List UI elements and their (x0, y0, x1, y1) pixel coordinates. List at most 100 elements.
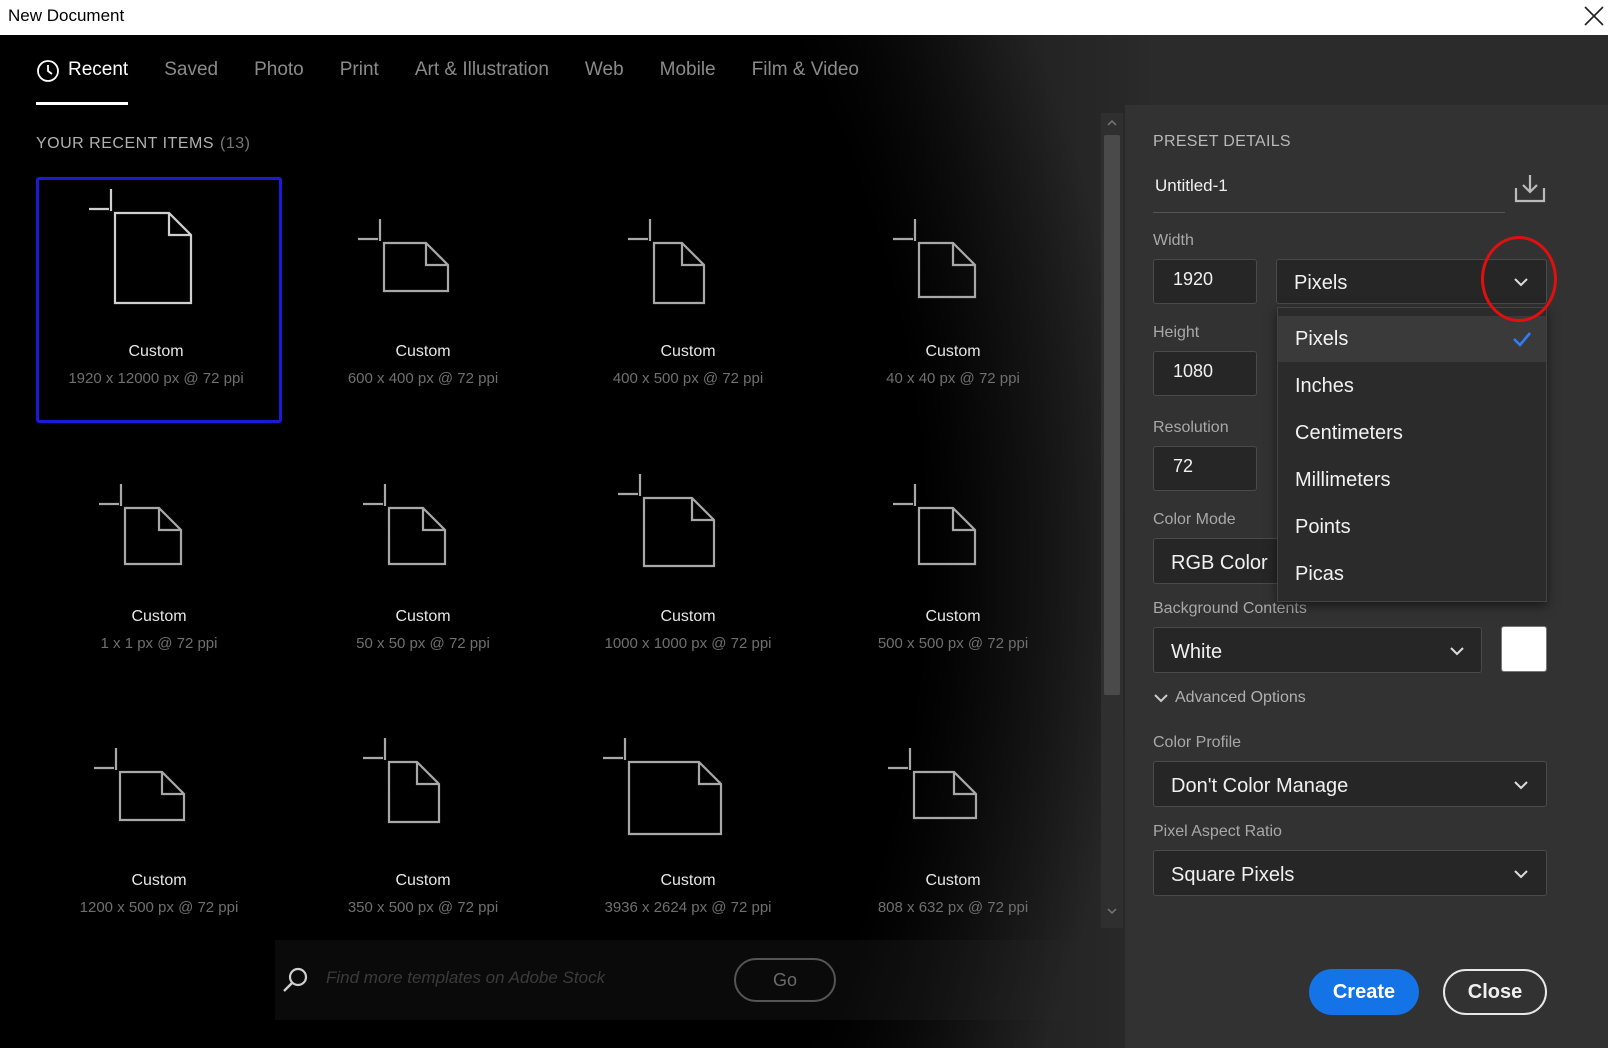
height-value: 1080 (1173, 361, 1214, 381)
document-name-field[interactable]: Untitled-1 (1153, 168, 1505, 213)
menu-item-label: Pixels (1295, 328, 1349, 350)
menu-item-centimeters[interactable]: Centimeters (1278, 410, 1546, 456)
document-name-value: Untitled-1 (1155, 176, 1228, 195)
color-mode-label: Color Mode (1153, 511, 1236, 528)
recent-item[interactable]: Custom 50 x 50 px @ 72 ppi (300, 442, 546, 688)
document-icon (358, 219, 450, 293)
recent-item-name: Custom (395, 872, 451, 889)
document-icon (94, 748, 186, 822)
recent-item[interactable]: Custom 1 x 1 px @ 72 ppi (36, 442, 282, 688)
tab-recent[interactable]: Recent (36, 57, 129, 105)
close-button[interactable]: Close (1443, 969, 1547, 1015)
recent-item-dimensions: 40 x 40 px @ 72 ppi (886, 370, 1020, 387)
recent-item-name: Custom (128, 343, 184, 360)
recent-item-name: Custom (395, 608, 451, 625)
stock-search-input[interactable] (326, 963, 716, 993)
recent-item-name: Custom (660, 872, 716, 889)
recent-item[interactable]: Custom 40 x 40 px @ 72 ppi (830, 177, 1076, 423)
recent-item[interactable]: Custom 3936 x 2624 px @ 72 ppi (565, 706, 811, 952)
chevron-down-icon (1514, 870, 1528, 879)
tab-photo[interactable]: Photo (254, 57, 304, 105)
scrollbar-thumb[interactable] (1104, 135, 1120, 695)
tab-label: Film & Video (751, 59, 859, 80)
chevron-down-icon (1450, 647, 1464, 656)
document-icon (893, 484, 977, 566)
width-value: 1920 (1173, 269, 1214, 289)
document-icon (628, 219, 706, 305)
tab-saved[interactable]: Saved (164, 57, 218, 105)
tab-web[interactable]: Web (585, 57, 624, 105)
tab-film-video[interactable]: Film & Video (752, 57, 859, 105)
chevron-down-icon (1154, 694, 1168, 703)
advanced-options-toggle[interactable]: Advanced Options (1153, 689, 1306, 707)
go-button[interactable]: Go (734, 958, 836, 1002)
menu-item-picas[interactable]: Picas (1278, 551, 1546, 597)
pixel-aspect-ratio-value: Square Pixels (1171, 864, 1295, 886)
recent-item-dimensions: 1920 x 12000 px @ 72 ppi (68, 370, 244, 387)
unit-dropdown-menu: Pixels Inches Centimeters Millimeters Po… (1277, 307, 1547, 602)
advanced-options-label: Advanced Options (1175, 689, 1306, 706)
menu-item-label: Millimeters (1295, 469, 1391, 491)
pixel-aspect-ratio-label: Pixel Aspect Ratio (1153, 823, 1282, 840)
background-contents-select[interactable]: White (1153, 627, 1482, 673)
recent-item[interactable]: Custom 1920 x 12000 px @ 72 ppi (36, 177, 282, 423)
window-title: New Document (8, 6, 125, 25)
recent-item[interactable]: Custom 808 x 632 px @ 72 ppi (830, 706, 1076, 952)
resolution-label: Resolution (1153, 419, 1229, 436)
recent-item-dimensions: 500 x 500 px @ 72 ppi (877, 635, 1029, 652)
recent-item-dimensions: 50 x 50 px @ 72 ppi (356, 635, 490, 652)
background-contents-label: Background Contents (1153, 600, 1307, 617)
close-window-icon[interactable] (1580, 2, 1608, 30)
height-input[interactable]: 1080 (1153, 351, 1257, 396)
preset-details-heading: PRESET DETAILS (1153, 133, 1291, 150)
document-icon (99, 484, 183, 566)
recent-item-dimensions: 1 x 1 px @ 72 ppi (100, 635, 218, 652)
document-icon (888, 748, 978, 820)
recent-item-dimensions: 350 x 500 px @ 72 ppi (347, 899, 499, 916)
recent-items-heading: YOUR RECENT ITEMS (13) (36, 135, 250, 153)
annotation-circle (1481, 236, 1557, 322)
menu-item-label: Points (1295, 516, 1351, 538)
color-profile-select[interactable]: Don't Color Manage (1153, 761, 1547, 807)
color-profile-label: Color Profile (1153, 734, 1242, 751)
recent-item[interactable]: Custom 1000 x 1000 px @ 72 ppi (565, 442, 811, 688)
recent-item-dimensions: 400 x 500 px @ 72 ppi (612, 370, 764, 387)
menu-item-inches[interactable]: Inches (1278, 363, 1546, 409)
tab-mobile[interactable]: Mobile (660, 57, 716, 105)
recent-item-name: Custom (925, 608, 981, 625)
create-button[interactable]: Create (1309, 969, 1419, 1015)
category-tabs: Recent Saved Photo Print Art & Illustrat… (36, 57, 895, 107)
width-input[interactable]: 1920 (1153, 259, 1257, 304)
document-icon (603, 738, 723, 836)
search-icon (283, 967, 308, 992)
recent-item-dimensions: 3936 x 2624 px @ 72 ppi (604, 899, 772, 916)
pixel-aspect-ratio-select[interactable]: Square Pixels (1153, 850, 1547, 896)
save-preset-icon[interactable] (1513, 172, 1547, 204)
height-label: Height (1153, 324, 1200, 341)
tab-label: Art & Illustration (414, 59, 549, 80)
recent-count: (13) (220, 135, 251, 152)
tab-label: Web (584, 59, 624, 80)
recent-item-dimensions: 1000 x 1000 px @ 72 ppi (604, 635, 772, 652)
recent-item[interactable]: Custom 500 x 500 px @ 72 ppi (830, 442, 1076, 688)
tab-print[interactable]: Print (340, 57, 379, 105)
recent-item[interactable]: Custom 600 x 400 px @ 72 ppi (300, 177, 546, 423)
width-label: Width (1153, 232, 1194, 249)
menu-item-millimeters[interactable]: Millimeters (1278, 457, 1546, 503)
scroll-up-icon[interactable] (1106, 118, 1118, 128)
resolution-input[interactable]: 72 (1153, 446, 1257, 491)
menu-item-pixels[interactable]: Pixels (1278, 316, 1546, 362)
menu-item-points[interactable]: Points (1278, 504, 1546, 550)
menu-item-label: Inches (1295, 375, 1354, 397)
recent-item[interactable]: Custom 350 x 500 px @ 72 ppi (300, 706, 546, 952)
clock-icon (37, 60, 59, 82)
recent-item-name: Custom (660, 608, 716, 625)
menu-item-label: Picas (1295, 563, 1344, 585)
recent-item[interactable]: Custom 1200 x 500 px @ 72 ppi (36, 706, 282, 952)
scroll-down-icon[interactable] (1106, 906, 1118, 916)
recent-item[interactable]: Custom 400 x 500 px @ 72 ppi (565, 177, 811, 423)
document-icon (363, 484, 447, 566)
background-color-swatch[interactable] (1501, 626, 1547, 672)
recent-item-dimensions: 808 x 632 px @ 72 ppi (877, 899, 1029, 916)
tab-art-illustration[interactable]: Art & Illustration (415, 57, 549, 105)
